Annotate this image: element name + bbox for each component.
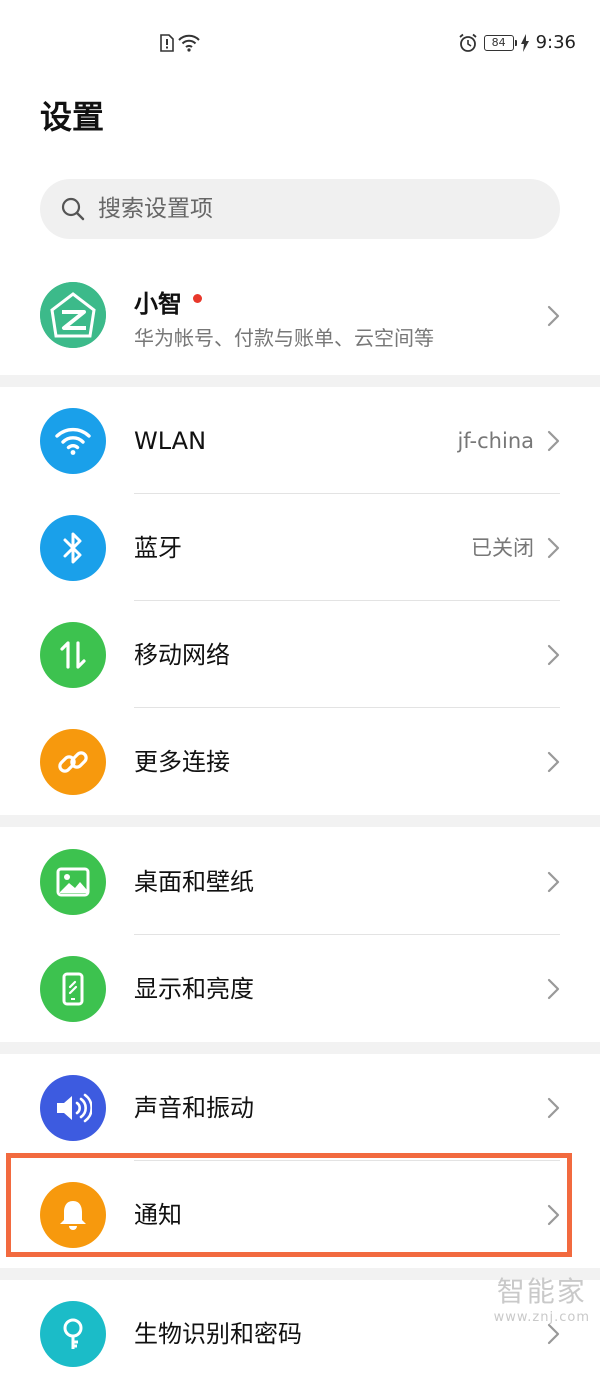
status-right: 84 9:36 <box>458 32 576 53</box>
row-value: jf-china <box>457 429 534 453</box>
row-label: 更多连接 <box>134 748 230 776</box>
settings-row-wlan[interactable]: WLAN jf-china <box>0 388 600 494</box>
settings-row-notifications[interactable]: 通知 <box>0 1162 600 1268</box>
mobile-data-icon <box>40 622 106 688</box>
settings-row-brightness[interactable]: 显示和亮度 <box>0 936 600 1042</box>
chevron-right-icon <box>547 430 560 452</box>
row-label: 声音和振动 <box>134 1094 254 1122</box>
bell-icon <box>40 1182 106 1248</box>
account-name: 小智 <box>134 290 182 318</box>
watermark: 智能家 www.znj.com <box>494 1270 590 1325</box>
chevron-right-icon <box>547 537 560 559</box>
chevron-right-icon <box>547 1204 560 1226</box>
status-left <box>160 34 200 52</box>
section-separator <box>0 375 600 387</box>
settings-row-wallpaper[interactable]: 桌面和壁纸 <box>0 829 600 935</box>
wifi-icon <box>40 408 106 474</box>
link-icon <box>40 729 106 795</box>
section-separator <box>0 815 600 827</box>
watermark-url: www.znj.com <box>493 1310 590 1325</box>
search-bar[interactable] <box>40 179 560 239</box>
speaker-icon <box>40 1075 106 1141</box>
chevron-right-icon <box>547 1097 560 1119</box>
settings-row-mobile-network[interactable]: 移动网络 <box>0 602 600 708</box>
search-input[interactable] <box>96 195 520 223</box>
charging-icon <box>520 33 529 52</box>
key-icon <box>40 1301 106 1367</box>
settings-row-bluetooth[interactable]: 蓝牙 已关闭 <box>0 495 600 601</box>
status-bar: 84 9:36 <box>0 0 600 90</box>
chevron-right-icon <box>547 978 560 1000</box>
row-label: WLAN <box>134 427 207 455</box>
avatar <box>40 282 106 348</box>
row-label: 移动网络 <box>134 641 230 669</box>
settings-row-more-connections[interactable]: 更多连接 <box>0 709 600 815</box>
watermark-logo: 智能家 <box>496 1275 587 1308</box>
image-icon <box>40 849 106 915</box>
clock-time: 9:36 <box>535 32 576 53</box>
alarm-icon <box>459 33 477 52</box>
row-label: 桌面和壁纸 <box>134 868 254 896</box>
row-label: 蓝牙 <box>134 534 182 562</box>
divider <box>134 600 560 601</box>
account-entry[interactable]: 小智 华为帐号、付款与账单、云空间等 <box>0 260 600 372</box>
chevron-right-icon <box>547 871 560 893</box>
row-label: 显示和亮度 <box>134 975 254 1003</box>
divider <box>134 707 560 708</box>
bluetooth-icon <box>40 515 106 581</box>
chevron-right-icon <box>547 751 560 773</box>
divider <box>134 1160 560 1161</box>
wifi-status-icon <box>178 34 200 52</box>
row-label: 通知 <box>134 1201 182 1229</box>
account-subtitle: 华为帐号、付款与账单、云空间等 <box>134 326 434 350</box>
chevron-right-icon <box>547 644 560 666</box>
row-value: 已关闭 <box>471 536 534 560</box>
settings-row-sound[interactable]: 声音和振动 <box>0 1055 600 1161</box>
row-label: 生物识别和密码 <box>134 1320 302 1348</box>
battery-level: 84 <box>483 34 517 51</box>
chevron-right-icon <box>547 305 560 327</box>
sim-alert-icon <box>160 34 174 52</box>
search-icon <box>61 197 85 221</box>
notification-dot <box>193 294 202 303</box>
divider <box>134 493 560 494</box>
avatar-logo-icon <box>40 282 106 348</box>
divider <box>134 934 560 935</box>
section-separator <box>0 1042 600 1054</box>
chevron-right-icon <box>547 1323 560 1345</box>
phone-display-icon <box>40 956 106 1022</box>
page-title: 设置 <box>40 98 105 136</box>
